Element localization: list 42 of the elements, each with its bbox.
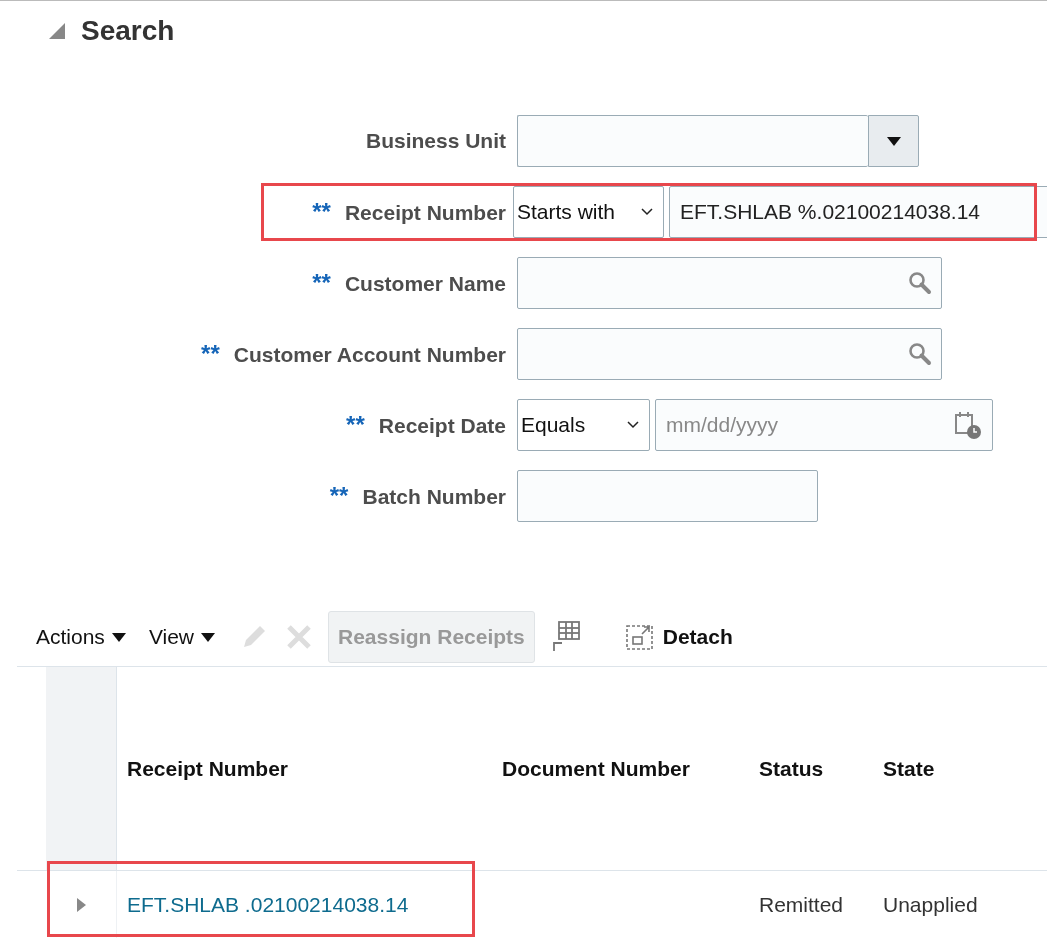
date-field[interactable]: mm/dd/yyyy (655, 399, 993, 451)
required-marker: ** (312, 198, 331, 226)
menu-button[interactable]: View (148, 625, 216, 649)
field-label: Customer Name (344, 272, 506, 296)
caret-icon (110, 631, 127, 643)
column-header: State (882, 755, 936, 782)
required-marker: ** (312, 269, 331, 297)
collapse-triangle-icon[interactable] (47, 21, 67, 41)
table-cell: Remitted (759, 893, 844, 916)
dropdown-button[interactable] (868, 115, 919, 167)
required-marker: ** (329, 482, 349, 510)
field-label: Receipt Number (344, 201, 506, 225)
section-title: Search (81, 15, 175, 47)
column-header: Status (758, 755, 825, 782)
chevron-icon (641, 208, 653, 216)
search-field[interactable] (517, 257, 942, 309)
operator-select[interactable]: Starts with (513, 186, 664, 238)
required-marker: ** (346, 411, 365, 439)
batch-number-field[interactable] (517, 470, 818, 522)
calendar-icon[interactable] (953, 410, 983, 440)
caret-icon (885, 135, 902, 147)
table-cell: Unapplied (883, 893, 978, 916)
detach-button[interactable]: Detach (624, 622, 733, 652)
column-header: Document Number (501, 755, 691, 782)
menu-button[interactable]: Actions (36, 625, 127, 649)
search-icon[interactable] (908, 342, 932, 366)
field-label: Batch Number (362, 485, 506, 509)
receipt-number-field[interactable]: EFT.SHLAB %.02100214038.14 (669, 186, 1047, 238)
required-marker: ** (201, 340, 220, 368)
column-header: Receipt Number (126, 755, 290, 782)
field-label: Customer Account Number (233, 343, 506, 367)
operator-select[interactable]: Equals (517, 399, 650, 451)
caret-icon (200, 631, 216, 643)
business-unit-field[interactable] (517, 115, 868, 167)
receipt-link[interactable]: EFT.SHLAB .02100214038.14 (127, 893, 409, 916)
field-label: Business Unit (365, 129, 506, 153)
field-label: Receipt Date (378, 414, 506, 438)
search-field[interactable] (517, 328, 942, 380)
chevron-icon (627, 421, 639, 429)
detach-icon (624, 622, 655, 652)
search-icon[interactable] (908, 271, 932, 295)
expand-row-icon[interactable] (74, 896, 88, 914)
